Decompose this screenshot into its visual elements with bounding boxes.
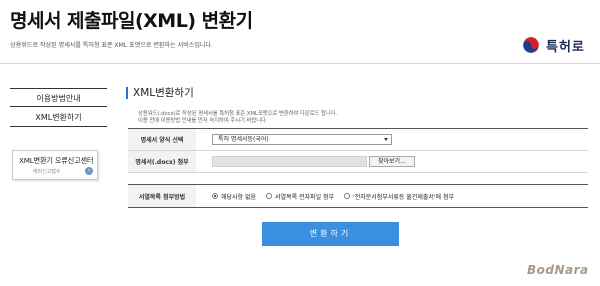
error-report-sub: 에러신고접수 [33,169,61,175]
attach-method-table: 서열목록 첨부방법 해당사항 없음 서열목록 전자파일 첨부 '전자문서첨부서류… [128,184,588,208]
radio-none[interactable]: 해당사항 없음 [212,192,256,201]
taegeuk-emblem-icon [522,36,540,54]
spec-type-select[interactable]: 특허 명세서등(국어) [212,134,392,145]
sidebar-item-guide[interactable]: 이용방법안내 [10,88,107,107]
convert-button[interactable]: 변환하기 [262,222,399,246]
form-row-attach-method: 서열목록 첨부방법 해당사항 없음 서열목록 전자파일 첨부 '전자문서첨부서류… [128,185,588,207]
page-title: 명세서 제출파일(XML) 변환기 [10,10,253,32]
attach-method-label: 서열목록 첨부방법 [128,185,196,207]
spec-type-selected: 특허 명세서등(국어) [218,136,269,143]
error-report-label: XML변환기 오류신고센터 [19,156,94,165]
radio-checked-icon [212,193,218,199]
header-divider [0,63,600,64]
radio-sequence-file[interactable]: 서열목록 전자파일 첨부 [266,192,334,201]
form-row-spec-file: 명세서(.docx) 첨부 찾아보기... [128,151,588,173]
kipo-logo[interactable]: 특허로 [522,34,585,56]
spec-file-input[interactable] [212,156,367,167]
section-title: XML변환하기 [133,87,194,99]
arrow-right-icon: › [85,167,93,175]
browse-button[interactable]: 찾아보기... [369,156,415,167]
header: 명세서 제출파일(XML) 변환기 상용워드로 작성된 명세서를 특허청 표준 … [0,0,600,60]
form-row-spec-type: 명세서 양식 선택 특허 명세서등(국어) [128,129,588,151]
radio-none-label: 해당사항 없음 [221,193,257,201]
radio-unchecked-icon [266,193,273,199]
sidebar-item-convert[interactable]: XML변환하기 [10,108,107,127]
convert-form: 명세서 양식 선택 특허 명세서등(국어) 명세서(.docx) 첨부 찾아보기… [128,128,588,173]
spec-type-label: 명세서 양식 선택 [128,129,196,150]
logo-text: 특허로 [546,39,585,55]
error-report-button[interactable]: XML변환기 오류신고센터 에러신고접수 › [12,150,98,180]
radio-submission-form[interactable]: '전자문서첨부서류등 물건제출서'에 첨부 [344,192,454,201]
radio-unchecked-icon [344,193,351,199]
attach-method-radio-group: 해당사항 없음 서열목록 전자파일 첨부 '전자문서첨부서류등 물건제출서'에 … [212,192,464,201]
description-line: 이용 전에 이용방법 안내를 먼저 숙지하여 주시기 바랍니다. [138,118,268,124]
spec-file-label: 명세서(.docx) 첨부 [128,151,196,172]
page-subtitle: 상용워드로 작성된 명세서를 특허청 표준 XML 포맷으로 변환하는 서비스입… [10,42,213,49]
radio-submission-form-label: '전자문서첨부서류등 물건제출서'에 첨부 [353,193,455,201]
radio-sequence-file-label: 서열목록 전자파일 첨부 [275,193,335,201]
side-nav: 이용방법안내 XML변환하기 [10,88,107,127]
section-marker [126,87,128,99]
watermark: BodNara [527,263,589,277]
chevron-down-icon [384,138,388,141]
